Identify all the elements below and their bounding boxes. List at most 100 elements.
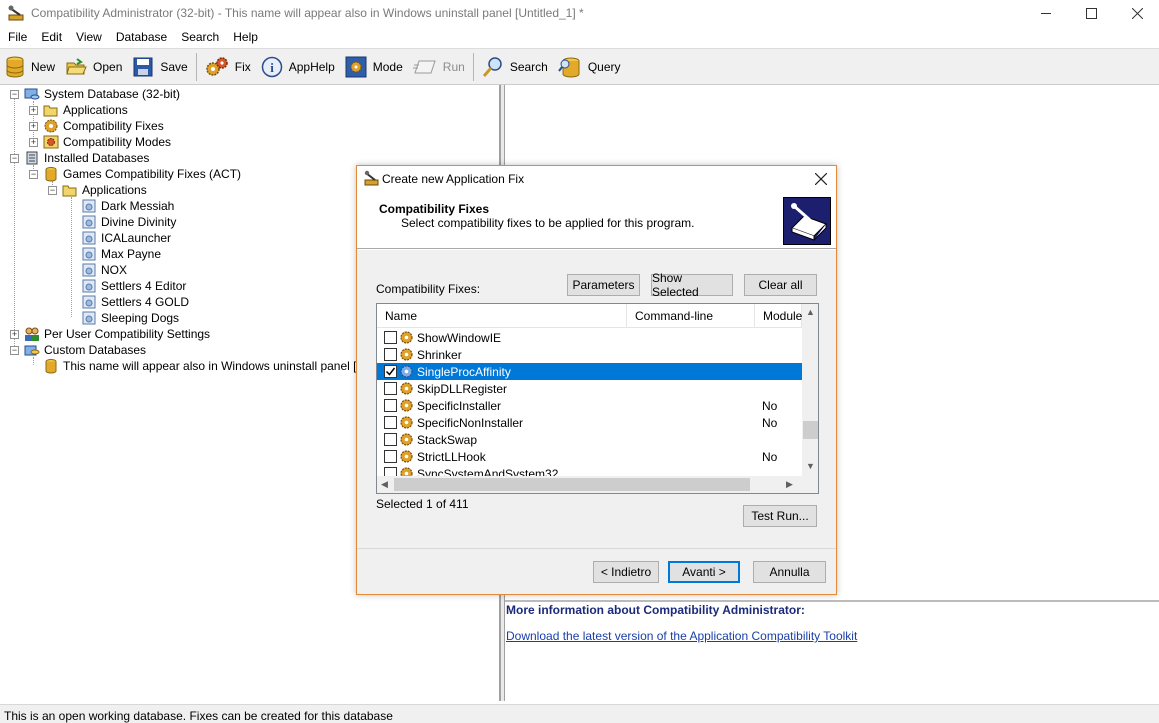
expand-toggle[interactable]: + xyxy=(29,138,38,147)
toolbar-separator xyxy=(195,52,197,81)
close-icon[interactable] xyxy=(1114,0,1159,27)
applications-folder-icon xyxy=(43,105,58,117)
checkbox[interactable] xyxy=(384,416,397,429)
fixes-list[interactable]: Name Command-line Module ShowWindowIE Shr… xyxy=(376,303,819,494)
selected-count: Selected 1 of 411 xyxy=(376,497,469,511)
next-button[interactable]: Avanti > xyxy=(668,561,740,583)
tree-item-applications[interactable]: Applications xyxy=(43,102,128,118)
fix-button[interactable]: Fix xyxy=(200,51,256,83)
checkbox[interactable] xyxy=(384,433,397,446)
clear-all-button[interactable]: Clear all xyxy=(744,274,817,296)
tree-item-compatibility-fixes[interactable]: Compatibility Fixes xyxy=(43,118,164,134)
expand-toggle[interactable]: + xyxy=(29,106,38,115)
tree-item-game[interactable]: ICALauncher xyxy=(81,230,171,246)
list-item[interactable]: ShowWindowIE xyxy=(377,329,802,346)
collapse-toggle[interactable]: − xyxy=(10,346,19,355)
scroll-thumb[interactable] xyxy=(803,421,818,439)
application-icon xyxy=(82,295,96,309)
tree-item-game[interactable]: Settlers 4 GOLD xyxy=(81,294,189,310)
list-item[interactable]: SingleProcAffinity xyxy=(377,363,802,380)
tree-item-game[interactable]: Sleeping Dogs xyxy=(81,310,179,326)
vertical-scrollbar[interactable]: ▲ ▼ xyxy=(802,304,818,476)
scroll-thumb[interactable] xyxy=(394,478,750,491)
applications-folder-icon xyxy=(62,185,77,197)
tree-item-installed-databases[interactable]: Installed Databases xyxy=(24,150,149,166)
column-name[interactable]: Name xyxy=(377,304,627,328)
tree-item-per-user-settings[interactable]: Per User Compatibility Settings xyxy=(24,326,210,342)
database-icon xyxy=(45,359,57,374)
parameters-button[interactable]: Parameters xyxy=(567,274,640,296)
test-run-button[interactable]: Test Run... xyxy=(743,505,817,527)
list-item[interactable]: StackSwap xyxy=(377,431,802,448)
tree-item-custom-databases[interactable]: Custom Databases xyxy=(24,342,146,358)
checkbox[interactable] xyxy=(384,348,397,361)
gear-icon xyxy=(400,365,413,378)
maximize-icon[interactable] xyxy=(1068,0,1114,27)
run-button[interactable]: Run xyxy=(408,51,470,83)
collapse-toggle[interactable]: − xyxy=(10,154,19,163)
custom-databases-icon xyxy=(24,345,40,356)
tree-connector xyxy=(14,98,15,348)
fix-name: StackSwap xyxy=(417,433,478,447)
menu-help[interactable]: Help xyxy=(233,27,258,48)
gear-icon xyxy=(400,331,413,344)
new-button[interactable]: New xyxy=(0,51,60,83)
checkbox-checked[interactable] xyxy=(384,365,397,378)
save-button[interactable]: Save xyxy=(127,51,192,83)
list-item[interactable]: Shrinker xyxy=(377,346,802,363)
tree-item-game[interactable]: Settlers 4 Editor xyxy=(81,278,186,294)
checkbox[interactable] xyxy=(384,399,397,412)
column-module[interactable]: Module xyxy=(755,304,802,328)
minimize-icon[interactable] xyxy=(1023,0,1069,27)
status-bar: This is an open working database. Fixes … xyxy=(0,704,1159,723)
list-item[interactable]: SpecificInstaller No xyxy=(377,397,802,414)
menu-file[interactable]: File xyxy=(8,27,27,48)
cancel-button[interactable]: Annulla xyxy=(753,561,826,583)
expand-toggle[interactable]: + xyxy=(10,330,19,339)
scroll-down-icon[interactable]: ▼ xyxy=(806,461,815,471)
checkbox[interactable] xyxy=(384,450,397,463)
mode-button[interactable]: Mode xyxy=(340,51,408,83)
menu-edit[interactable]: Edit xyxy=(41,27,62,48)
back-button[interactable]: < Indietro xyxy=(593,561,659,583)
checkbox[interactable] xyxy=(384,382,397,395)
menu-view[interactable]: View xyxy=(76,27,102,48)
show-selected-button[interactable]: Show Selected xyxy=(651,271,733,299)
dialog-close-icon[interactable] xyxy=(809,169,833,189)
tree-connector xyxy=(71,197,72,317)
list-item[interactable]: SpecificNonInstaller No xyxy=(377,414,802,431)
column-command-line[interactable]: Command-line xyxy=(627,304,755,328)
tree-item-games-applications[interactable]: Applications xyxy=(62,182,147,198)
info-divider[interactable] xyxy=(505,600,1159,602)
scroll-up-icon[interactable]: ▲ xyxy=(806,307,815,317)
list-item[interactable]: StrictLLHook No xyxy=(377,448,802,465)
info-heading: More information about Compatibility Adm… xyxy=(506,603,805,617)
scroll-left-icon[interactable]: ◀ xyxy=(381,479,388,490)
list-item[interactable]: SkipDLLRegister xyxy=(377,380,802,397)
collapse-toggle[interactable]: − xyxy=(10,90,19,99)
apphelp-button[interactable]: i AppHelp xyxy=(256,51,340,83)
open-button[interactable]: Open xyxy=(60,51,127,83)
query-button[interactable]: Query xyxy=(553,51,626,83)
tree-item-game[interactable]: Dark Messiah xyxy=(81,198,174,214)
tree-item-system-database[interactable]: System Database (32-bit) xyxy=(24,86,180,102)
download-link[interactable]: Download the latest version of the Appli… xyxy=(506,629,857,643)
tree-item-compatibility-modes[interactable]: Compatibility Modes xyxy=(43,134,171,150)
gear-icon xyxy=(400,450,413,463)
status-text: This is an open working database. Fixes … xyxy=(4,709,393,723)
expand-toggle[interactable]: + xyxy=(29,122,38,131)
gear-icon xyxy=(400,416,413,429)
menu-search[interactable]: Search xyxy=(181,27,219,48)
tree-item-game[interactable]: Divine Divinity xyxy=(81,214,176,230)
menu-database[interactable]: Database xyxy=(116,27,167,48)
create-fix-dialog: Create new Application Fix Compatibility… xyxy=(356,165,837,595)
scroll-right-icon[interactable]: ▶ xyxy=(786,479,793,490)
tree-item-game[interactable]: NOX xyxy=(81,262,127,278)
checkbox[interactable] xyxy=(384,331,397,344)
collapse-toggle[interactable]: − xyxy=(29,170,38,179)
tree-item-games-db[interactable]: Games Compatibility Fixes (ACT) xyxy=(43,166,241,182)
search-button[interactable]: Search xyxy=(477,51,553,83)
horizontal-scrollbar[interactable]: ◀ ▶ xyxy=(377,476,802,493)
tree-item-game[interactable]: Max Payne xyxy=(81,246,161,262)
collapse-toggle[interactable]: − xyxy=(48,186,57,195)
